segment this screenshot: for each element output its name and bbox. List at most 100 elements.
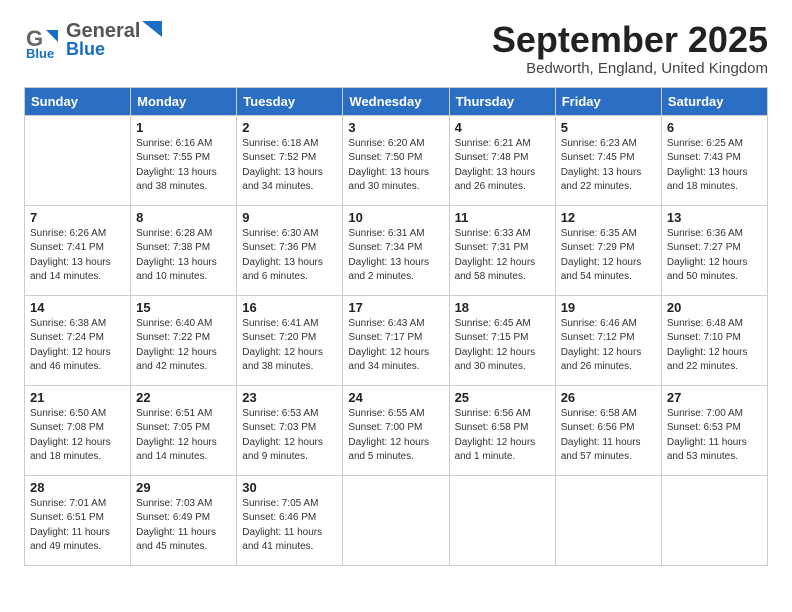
calendar-week-5: 28Sunrise: 7:01 AM Sunset: 6:51 PM Dayli…: [25, 475, 768, 565]
day-number: 9: [242, 210, 337, 225]
logo: G Blue General Blue: [24, 20, 162, 60]
calendar-header-tuesday: Tuesday: [237, 87, 343, 115]
day-info: Sunrise: 6:55 AM Sunset: 7:00 PM Dayligh…: [348, 407, 443, 465]
calendar-header-wednesday: Wednesday: [343, 87, 449, 115]
day-number: 6: [667, 120, 762, 135]
day-info: Sunrise: 6:21 AM Sunset: 7:48 PM Dayligh…: [455, 137, 550, 195]
day-number: 12: [561, 210, 656, 225]
day-number: 13: [667, 210, 762, 225]
day-info: Sunrise: 6:30 AM Sunset: 7:36 PM Dayligh…: [242, 227, 337, 285]
calendar-cell: 13 Sunrise: 6:36 AM Sunset: 7:27 PM Dayli…: [661, 205, 767, 295]
month-title: September 2025: [492, 20, 768, 60]
day-info: Sunrise: 6:18 AM Sunset: 7:52 PM Dayligh…: [242, 137, 337, 195]
day-info: Sunrise: 7:00 AM Sunset: 6:53 PM Dayligh…: [667, 407, 762, 465]
calendar-cell: 24Sunrise: 6:55 AM Sunset: 7:00 PM Dayli…: [343, 385, 449, 475]
logo-icon: G Blue: [24, 22, 60, 58]
day-info: Sunrise: 6:50 AM Sunset: 7:08 PM Dayligh…: [30, 407, 125, 465]
title-area: September 2025 Bedworth, England, United…: [492, 20, 768, 77]
calendar-table: SundayMondayTuesdayWednesdayThursdayFrid…: [24, 87, 768, 566]
location: Bedworth, England, United Kingdom: [492, 60, 768, 77]
calendar-cell: 25Sunrise: 6:56 AM Sunset: 6:58 PM Dayli…: [449, 385, 555, 475]
calendar-cell: 6 Sunrise: 6:25 AM Sunset: 7:43 PM Daylig…: [661, 115, 767, 205]
day-info: Sunrise: 6:31 AM Sunset: 7:34 PM Dayligh…: [348, 227, 443, 285]
calendar-week-4: 21Sunrise: 6:50 AM Sunset: 7:08 PM Dayli…: [25, 385, 768, 475]
calendar-header-row: SundayMondayTuesdayWednesdayThursdayFrid…: [25, 87, 768, 115]
calendar-cell: 12 Sunrise: 6:35 AM Sunset: 7:29 PM Dayli…: [555, 205, 661, 295]
calendar-cell: 21Sunrise: 6:50 AM Sunset: 7:08 PM Dayli…: [25, 385, 131, 475]
calendar-cell: 29Sunrise: 7:03 AM Sunset: 6:49 PM Dayli…: [131, 475, 237, 565]
day-info: Sunrise: 6:46 AM Sunset: 7:12 PM Dayligh…: [561, 317, 656, 375]
day-number: 3: [348, 120, 443, 135]
calendar-cell: 2Sunrise: 6:18 AM Sunset: 7:52 PM Daylig…: [237, 115, 343, 205]
day-info: Sunrise: 6:58 AM Sunset: 6:56 PM Dayligh…: [561, 407, 656, 465]
day-number: 14: [30, 300, 125, 315]
day-info: Sunrise: 7:01 AM Sunset: 6:51 PM Dayligh…: [30, 497, 125, 555]
calendar-cell: 27 Sunrise: 7:00 AM Sunset: 6:53 PM Dayli…: [661, 385, 767, 475]
calendar-cell: 23Sunrise: 6:53 AM Sunset: 7:03 PM Dayli…: [237, 385, 343, 475]
day-info: Sunrise: 6:36 AM Sunset: 7:27 PM Dayligh…: [667, 227, 762, 285]
day-number: 26: [561, 390, 656, 405]
day-info: Sunrise: 6:26 AM Sunset: 7:41 PM Dayligh…: [30, 227, 125, 285]
calendar-cell: 19 Sunrise: 6:46 AM Sunset: 7:12 PM Dayli…: [555, 295, 661, 385]
day-info: Sunrise: 6:23 AM Sunset: 7:45 PM Dayligh…: [561, 137, 656, 195]
calendar-cell: 22 Sunrise: 6:51 AM Sunset: 7:05 PM Dayli…: [131, 385, 237, 475]
day-info: Sunrise: 6:41 AM Sunset: 7:20 PM Dayligh…: [242, 317, 337, 375]
day-number: 17: [348, 300, 443, 315]
day-info: Sunrise: 6:16 AM Sunset: 7:55 PM Dayligh…: [136, 137, 231, 195]
calendar-week-3: 14Sunrise: 6:38 AM Sunset: 7:24 PM Dayli…: [25, 295, 768, 385]
calendar-header-sunday: Sunday: [25, 87, 131, 115]
calendar-cell: 30 Sunrise: 7:05 AM Sunset: 6:46 PM Dayli…: [237, 475, 343, 565]
day-number: 8: [136, 210, 231, 225]
calendar-cell: [555, 475, 661, 565]
calendar-cell: 14Sunrise: 6:38 AM Sunset: 7:24 PM Dayli…: [25, 295, 131, 385]
calendar-cell: 4 Sunrise: 6:21 AM Sunset: 7:48 PM Daylig…: [449, 115, 555, 205]
calendar-header-friday: Friday: [555, 87, 661, 115]
day-number: 29: [136, 480, 231, 495]
calendar-cell: 16 Sunrise: 6:41 AM Sunset: 7:20 PM Dayli…: [237, 295, 343, 385]
day-number: 16: [242, 300, 337, 315]
calendar-week-2: 7 Sunrise: 6:26 AM Sunset: 7:41 PM Daylig…: [25, 205, 768, 295]
calendar-cell: [661, 475, 767, 565]
calendar-header-saturday: Saturday: [661, 87, 767, 115]
day-number: 30: [242, 480, 337, 495]
day-info: Sunrise: 6:25 AM Sunset: 7:43 PM Dayligh…: [667, 137, 762, 195]
day-number: 15: [136, 300, 231, 315]
calendar-cell: 1 Sunrise: 6:16 AM Sunset: 7:55 PM Daylig…: [131, 115, 237, 205]
day-info: Sunrise: 6:48 AM Sunset: 7:10 PM Dayligh…: [667, 317, 762, 375]
logo-arrow-icon: [142, 21, 162, 37]
calendar-cell: 10Sunrise: 6:31 AM Sunset: 7:34 PM Dayli…: [343, 205, 449, 295]
day-number: 19: [561, 300, 656, 315]
day-number: 22: [136, 390, 231, 405]
calendar-cell: 11 Sunrise: 6:33 AM Sunset: 7:31 PM Dayli…: [449, 205, 555, 295]
calendar-cell: 8Sunrise: 6:28 AM Sunset: 7:38 PM Daylig…: [131, 205, 237, 295]
calendar-cell: 18Sunrise: 6:45 AM Sunset: 7:15 PM Dayli…: [449, 295, 555, 385]
day-number: 4: [455, 120, 550, 135]
day-info: Sunrise: 7:05 AM Sunset: 6:46 PM Dayligh…: [242, 497, 337, 555]
calendar-cell: [343, 475, 449, 565]
calendar-cell: [25, 115, 131, 205]
day-info: Sunrise: 6:35 AM Sunset: 7:29 PM Dayligh…: [561, 227, 656, 285]
day-info: Sunrise: 6:53 AM Sunset: 7:03 PM Dayligh…: [242, 407, 337, 465]
day-number: 27: [667, 390, 762, 405]
page-header: G Blue General Blue September 2025 Bedwo…: [24, 20, 768, 77]
calendar-cell: 5 Sunrise: 6:23 AM Sunset: 7:45 PM Daylig…: [555, 115, 661, 205]
calendar-cell: 20Sunrise: 6:48 AM Sunset: 7:10 PM Dayli…: [661, 295, 767, 385]
day-number: 25: [455, 390, 550, 405]
calendar-header-thursday: Thursday: [449, 87, 555, 115]
day-info: Sunrise: 6:33 AM Sunset: 7:31 PM Dayligh…: [455, 227, 550, 285]
day-info: Sunrise: 6:51 AM Sunset: 7:05 PM Dayligh…: [136, 407, 231, 465]
day-number: 5: [561, 120, 656, 135]
calendar-cell: 15 Sunrise: 6:40 AM Sunset: 7:22 PM Dayli…: [131, 295, 237, 385]
calendar-cell: 26 Sunrise: 6:58 AM Sunset: 6:56 PM Dayli…: [555, 385, 661, 475]
day-info: Sunrise: 6:40 AM Sunset: 7:22 PM Dayligh…: [136, 317, 231, 375]
day-number: 7: [30, 210, 125, 225]
calendar-cell: 28Sunrise: 7:01 AM Sunset: 6:51 PM Dayli…: [25, 475, 131, 565]
calendar-cell: 17 Sunrise: 6:43 AM Sunset: 7:17 PM Dayli…: [343, 295, 449, 385]
calendar-cell: 3Sunrise: 6:20 AM Sunset: 7:50 PM Daylig…: [343, 115, 449, 205]
day-number: 11: [455, 210, 550, 225]
calendar-week-1: 1 Sunrise: 6:16 AM Sunset: 7:55 PM Daylig…: [25, 115, 768, 205]
calendar-cell: 7 Sunrise: 6:26 AM Sunset: 7:41 PM Daylig…: [25, 205, 131, 295]
day-info: Sunrise: 6:43 AM Sunset: 7:17 PM Dayligh…: [348, 317, 443, 375]
day-number: 1: [136, 120, 231, 135]
day-info: Sunrise: 6:45 AM Sunset: 7:15 PM Dayligh…: [455, 317, 550, 375]
